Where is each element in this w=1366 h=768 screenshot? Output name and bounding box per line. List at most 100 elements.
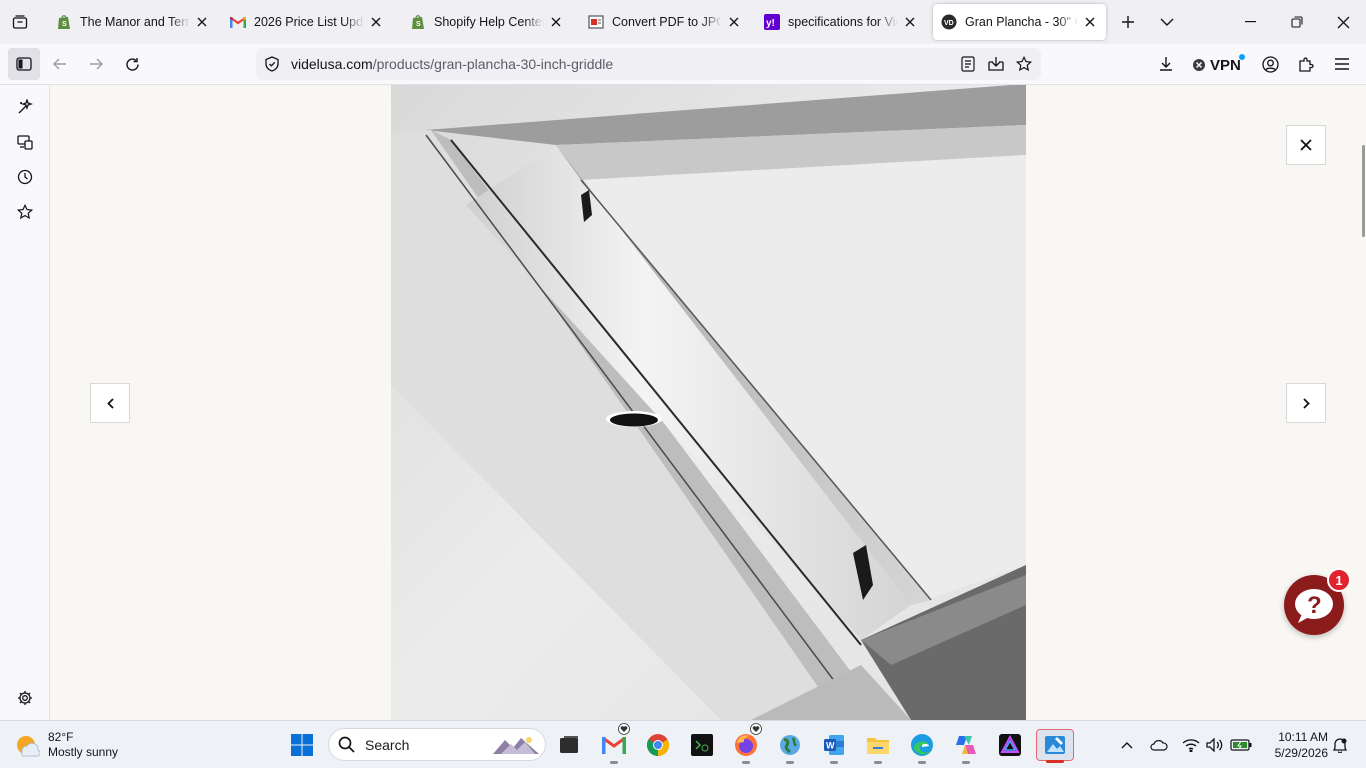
tab-gran-plancha[interactable]: VD Gran Plancha - 30" Grid — [933, 4, 1106, 40]
tab-title: The Manor and Terrace — [80, 15, 190, 29]
close-tab-icon[interactable] — [548, 14, 564, 30]
tab-manor-terrace[interactable]: S The Manor and Terrace — [48, 4, 218, 40]
reader-view-icon[interactable] — [961, 56, 975, 72]
address-bar[interactable]: videlusa.com/products/gran-plancha-30-in… — [256, 48, 1041, 80]
search-icon — [338, 736, 355, 753]
search-highlight-image-icon — [491, 732, 541, 758]
synced-tabs-icon[interactable] — [13, 130, 37, 154]
shield-icon[interactable] — [264, 56, 280, 72]
taskbar-file-explorer-app[interactable] — [862, 729, 894, 764]
taskbar-firefox-app[interactable] — [730, 723, 762, 764]
taskbar-search-box[interactable]: Search — [328, 728, 546, 761]
account-button[interactable] — [1254, 48, 1286, 80]
svg-text:y!: y! — [766, 18, 775, 29]
heart-badge-icon — [750, 723, 762, 735]
downloads-button[interactable] — [1150, 48, 1182, 80]
previous-image-button[interactable] — [90, 383, 130, 423]
reload-button[interactable] — [116, 48, 148, 80]
close-icon — [1337, 16, 1350, 29]
sun-cloud-icon — [14, 732, 40, 758]
tab-shopify-help[interactable]: S Shopify Help Center | S — [402, 4, 572, 40]
onedrive-tray-button[interactable] — [1149, 735, 1169, 755]
wifi-tray-button[interactable] — [1181, 735, 1201, 755]
vpn-label: VPN — [1210, 56, 1241, 74]
sidebar-toggle-button[interactable] — [8, 48, 40, 80]
edge-icon — [910, 733, 934, 757]
svg-text:VD: VD — [944, 20, 954, 27]
bookmark-star-icon[interactable] — [1016, 56, 1032, 72]
notification-bell-icon — [1332, 737, 1348, 753]
system-clock[interactable]: 10:11 AM 5/29/2026 — [1262, 729, 1328, 761]
start-button[interactable] — [286, 729, 318, 761]
tab-specifications[interactable]: y! specifications for Videl — [756, 4, 926, 40]
close-tab-icon[interactable] — [368, 14, 384, 30]
navigation-toolbar: videlusa.com/products/gran-plancha-30-in… — [0, 44, 1366, 85]
list-all-tabs-button[interactable] — [1151, 6, 1183, 38]
tab-title: Convert PDF to JPG... I — [612, 15, 722, 29]
svg-text:?: ? — [1307, 592, 1322, 619]
hamburger-menu-icon — [1335, 58, 1349, 70]
search-placeholder: Search — [365, 736, 410, 753]
tab-title: 2026 Price List Update — [254, 15, 364, 29]
close-tab-icon[interactable] — [1082, 14, 1098, 30]
help-chat-icon: ? — [1292, 586, 1336, 624]
forward-button[interactable] — [80, 48, 112, 80]
clock-date: 5/29/2026 — [1274, 746, 1328, 760]
url-text[interactable]: videlusa.com/products/gran-plancha-30-in… — [291, 56, 613, 72]
tab-price-list[interactable]: 2026 Price List Update — [222, 4, 392, 40]
minimize-icon — [1245, 21, 1257, 23]
volume-tray-button[interactable] — [1205, 735, 1225, 755]
bookmarks-star-icon[interactable] — [13, 200, 37, 224]
windows-logo-icon — [290, 733, 314, 757]
close-icon — [1300, 139, 1312, 151]
save-to-pocket-icon[interactable] — [988, 56, 1004, 72]
ai-chatbot-icon[interactable] — [13, 95, 37, 119]
weather-condition: Mostly sunny — [48, 745, 119, 759]
close-tab-icon[interactable] — [726, 14, 742, 30]
sidebar-settings-gear-icon[interactable] — [13, 686, 37, 710]
taskbar-affinity-app[interactable] — [994, 729, 1026, 761]
arrow-left-icon — [53, 58, 67, 70]
shopify-icon: S — [410, 14, 426, 30]
word-icon: W — [822, 733, 846, 757]
vpn-button[interactable]: VPN — [1192, 54, 1245, 74]
tab-overview-button[interactable] — [4, 6, 36, 38]
app-menu-button[interactable] — [1326, 48, 1358, 80]
weather-temperature: 82°F — [48, 730, 74, 744]
taskbar-maps-app[interactable] — [774, 729, 806, 764]
close-lightbox-button[interactable] — [1286, 125, 1326, 165]
product-image-lightbox: ? 1 — [50, 85, 1366, 720]
new-tab-button[interactable] — [1112, 6, 1144, 38]
account-icon — [1261, 55, 1279, 73]
taskbar-copilot-app[interactable] — [950, 729, 982, 764]
taskbar-photos-app-active[interactable] — [1036, 729, 1074, 763]
history-clock-icon[interactable] — [13, 165, 37, 189]
product-image — [391, 85, 1026, 720]
close-window-button[interactable] — [1327, 6, 1359, 38]
running-indicator — [918, 761, 926, 764]
close-tab-icon[interactable] — [902, 14, 918, 30]
running-indicator — [962, 761, 970, 764]
taskbar-edge-app[interactable] — [906, 729, 938, 764]
url-domain: videlusa.com — [291, 56, 373, 72]
page-scrollbar[interactable] — [1362, 145, 1365, 237]
next-image-button[interactable] — [1286, 383, 1326, 423]
taskbar-task-view[interactable] — [553, 729, 585, 761]
taskbar-terminal-app[interactable] — [686, 729, 718, 761]
minimize-button[interactable] — [1235, 6, 1267, 38]
battery-tray-button[interactable] — [1230, 735, 1252, 755]
chevron-right-icon — [1302, 397, 1310, 409]
taskbar-chrome-app[interactable] — [642, 729, 674, 761]
restore-button[interactable] — [1281, 6, 1313, 38]
extensions-button[interactable] — [1290, 48, 1322, 80]
tab-convert-pdf[interactable]: Convert PDF to JPG... I — [580, 4, 750, 40]
taskbar-word-app[interactable]: W — [818, 729, 850, 764]
shopify-icon: S — [56, 14, 72, 30]
back-button[interactable] — [44, 48, 76, 80]
show-hidden-icons-button[interactable] — [1117, 735, 1137, 755]
taskbar-gmail-app[interactable] — [598, 723, 630, 764]
close-tab-icon[interactable] — [194, 14, 210, 30]
task-view-icon — [558, 734, 580, 756]
weather-widget[interactable]: 82°F Mostly sunny — [14, 727, 118, 763]
notifications-button[interactable] — [1330, 735, 1350, 755]
